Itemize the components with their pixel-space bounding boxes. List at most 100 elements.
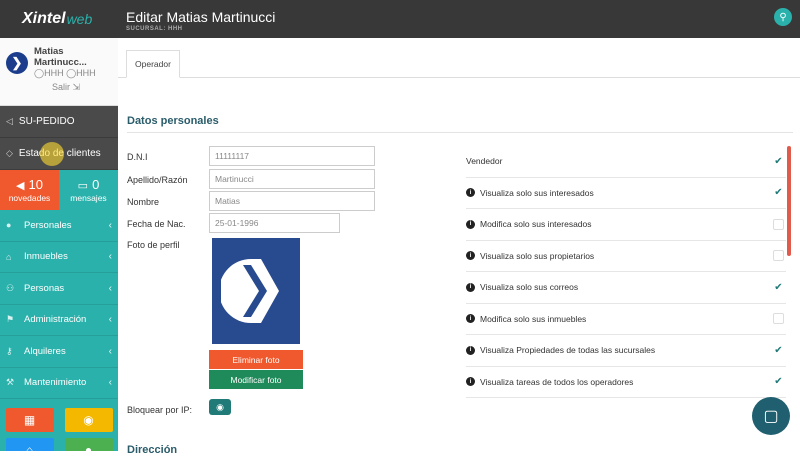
info-icon: i	[466, 219, 475, 229]
chevron-left-icon: ‹	[108, 345, 112, 357]
home-icon: ⌂	[6, 251, 12, 262]
sidebar-item-personas[interactable]: ⚇ Personas ‹	[0, 273, 118, 305]
sidebar-item-inmuebles[interactable]: ⌂ Inmuebles ‹	[0, 242, 118, 273]
user-name-line2: Martinucc...	[34, 57, 87, 68]
ip-toggle-button[interactable]: ◉	[209, 399, 231, 415]
novedades-counter[interactable]: ◀ 10 novedades	[0, 170, 59, 210]
sidebar-item-label: Alquileres	[24, 345, 66, 357]
permission-checkbox[interactable]	[773, 250, 784, 262]
permission-label: Vendedor	[466, 156, 503, 167]
permission-checkbox[interactable]: ✔	[773, 376, 784, 387]
nombre-input[interactable]: Matias	[209, 191, 375, 211]
sidebar-item-label: SU-PEDIDO	[18, 116, 75, 127]
logo[interactable]: Xintel web	[0, 0, 118, 38]
profile-photo	[212, 238, 300, 344]
permission-label: Visualiza solo sus interesados	[480, 187, 594, 198]
tab-bar: Operador	[118, 38, 800, 78]
eye-icon: ◉	[216, 401, 224, 412]
permission-row: i Visualiza solo sus propietarios	[466, 241, 786, 272]
chat-button[interactable]: ▢	[752, 397, 790, 435]
sidebar-item-administracion[interactable]: ⚑ Administración ‹	[0, 305, 118, 336]
modify-photo-button[interactable]: Modificar foto	[209, 370, 303, 389]
mensajes-label: mensajes	[70, 192, 107, 203]
sidebar-item-personales[interactable]: ● Personales ‹	[0, 210, 118, 242]
logout-label: Salir	[52, 82, 71, 92]
user-tile[interactable]: ●	[64, 438, 113, 451]
nombre-label: Nombre	[127, 197, 160, 207]
novedades-count: 10	[28, 176, 43, 192]
permission-row: i Visualiza solo sus correos ✔	[466, 272, 786, 304]
permission-row: Vendedor ✔	[466, 146, 786, 178]
chevron-left-icon: ‹	[108, 314, 112, 326]
search-button[interactable]: ⚲	[774, 8, 792, 26]
info-icon: i	[466, 251, 475, 261]
mensajes-counter[interactable]: ▭ 0 mensajes	[59, 170, 118, 210]
coins-icon: ◉	[83, 413, 94, 427]
avatar[interactable]: ❯	[6, 52, 28, 74]
page-title: Editar Matias Martinucci	[126, 9, 276, 25]
megaphone-icon: ◀	[16, 179, 25, 192]
page-subtitle: SUCURSAL: HHH	[126, 26, 183, 32]
sidebar-item-label: Personales	[24, 219, 72, 231]
calendar-tile[interactable]: ▦	[5, 408, 54, 432]
scrollbar[interactable]	[787, 146, 791, 256]
profile-logo-icon	[221, 259, 279, 323]
permission-row: i Modifica solo sus inmuebles	[466, 304, 786, 335]
permission-checkbox[interactable]: ✔	[773, 156, 784, 167]
user-icon: ●	[6, 220, 12, 231]
info-icon: i	[466, 377, 475, 387]
permission-checkbox[interactable]	[773, 218, 784, 230]
chevron-left-icon: ‹	[108, 251, 112, 263]
coins-tile[interactable]: ◉	[64, 408, 113, 432]
logout-icon: ⇲	[72, 82, 81, 92]
info-icon: i	[466, 282, 475, 292]
sidebar-item-su-pedido[interactable]: ◁ SU-PEDIDO	[0, 106, 118, 138]
permission-checkbox[interactable]: ✔	[773, 345, 784, 356]
home-tile[interactable]: ⌂	[5, 438, 54, 451]
fecha-input[interactable]: 25-01-1996	[209, 213, 340, 233]
permission-row: i Modifica solo sus interesados	[466, 209, 786, 241]
address-section-title: Dirección	[127, 444, 178, 456]
tab-operador[interactable]: Operador	[126, 50, 180, 78]
chat-icon: ▭	[77, 179, 89, 192]
sidebar-item-label: Inmuebles	[24, 251, 68, 263]
foto-label: Foto de perfil	[127, 240, 180, 250]
megaphone-icon: ◁	[6, 116, 13, 126]
counters: ◀ 10 novedades ▭ 0 mensajes	[0, 170, 118, 210]
permission-label: Visualiza tareas de todos los operadores	[480, 376, 634, 387]
apellido-label: Apellido/Razón	[127, 175, 188, 185]
permission-checkbox[interactable]	[773, 313, 784, 325]
permission-label: Modifica solo sus inmuebles	[480, 313, 587, 324]
permissions-list: Vendedor ✔ i Visualiza solo sus interesados…	[466, 146, 786, 398]
user-sucursales: ◯HHH ◯HHH	[34, 68, 96, 78]
dni-input[interactable]: 11111117	[209, 146, 375, 166]
section-title: Datos personales	[127, 115, 219, 127]
permission-checkbox[interactable]: ✔	[773, 282, 784, 293]
sidebar-item-alquileres[interactable]: ⚷ Alquileres ‹	[0, 336, 118, 368]
apellido-input[interactable]: Martinucci	[209, 169, 375, 189]
fecha-label: Fecha de Nac.	[127, 219, 186, 229]
permission-row: i Visualiza Propiedades de todas las sucu…	[466, 335, 786, 367]
permission-label: Modifica solo sus interesados	[480, 219, 592, 230]
sidebar-item-label: Personas	[24, 282, 65, 294]
cursor-highlight	[40, 142, 64, 166]
logo-web-text: web	[66, 11, 93, 27]
logo-text: Xintel	[22, 10, 66, 27]
permission-label: Visualiza Propiedades de todas las sucur…	[480, 345, 656, 356]
permission-checkbox[interactable]: ✔	[773, 187, 784, 198]
key-icon: ⚷	[6, 345, 13, 356]
delete-photo-button[interactable]: Eliminar foto	[209, 350, 303, 369]
dni-label: D.N.I	[127, 152, 148, 162]
permission-row: i Visualiza tareas de todos los operadore…	[466, 367, 786, 398]
permission-row: i Visualiza solo sus interesados ✔	[466, 178, 786, 209]
wrench-icon: ⚒	[6, 377, 15, 388]
sidebar-item-mantenimiento[interactable]: ⚒ Mantenimiento ‹	[0, 368, 118, 399]
permission-label: Visualiza solo sus propietarios	[480, 250, 595, 261]
chevron-left-icon: ‹	[108, 282, 112, 294]
sucursal-1: HHH	[44, 68, 64, 78]
user-panel: ❯ Matias Martinucc... ◯HHH ◯HHH Salir ⇲	[0, 38, 118, 106]
info-icon: i	[466, 314, 475, 324]
logout-link[interactable]: Salir ⇲	[52, 82, 96, 93]
sidebar: Xintel web ❯ Matias Martinucc... ◯HHH ◯HH…	[0, 0, 118, 451]
info-icon: i	[466, 188, 475, 198]
